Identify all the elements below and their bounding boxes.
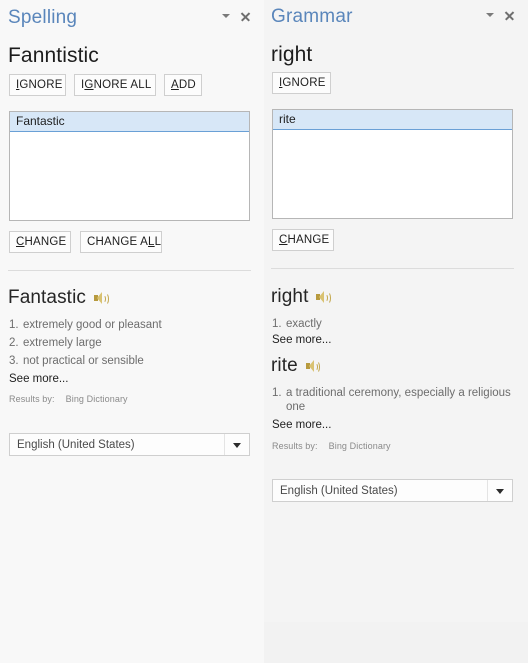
change-button[interactable]: CHANGE: [9, 231, 71, 253]
definition-sense: 1. a traditional ceremony, especially a r…: [272, 386, 519, 414]
spelling-language-combo[interactable]: English (United States): [9, 433, 250, 456]
results-by-label: Results by:: [9, 394, 55, 404]
grammar-change-button[interactable]: CHANGE: [272, 229, 334, 251]
speaker-icon[interactable]: [305, 360, 321, 373]
definition-heading-rite: rite: [271, 355, 321, 377]
grammar-ignore-button[interactable]: IGNORE: [272, 72, 331, 94]
grammar-pane-title: Grammar: [271, 6, 353, 27]
spelling-pane: Spelling Fanntistic IGNORE IGNORE ALL AD…: [0, 0, 264, 663]
chevron-down-icon[interactable]: [222, 12, 231, 21]
close-icon[interactable]: [504, 10, 515, 21]
sense-number: 1.: [272, 387, 282, 399]
spelling-pane-title: Spelling: [8, 7, 78, 28]
sense-text: a traditional ceremony, especially a rel…: [286, 387, 511, 413]
speaker-icon[interactable]: [316, 291, 331, 304]
sense-number: 2.: [9, 337, 19, 349]
add-button[interactable]: ADD: [164, 74, 202, 96]
spelling-divider: [8, 270, 251, 271]
definition-sense: 1. extremely good or pleasant: [9, 318, 162, 332]
definition-word: right: [271, 286, 309, 307]
see-more-link[interactable]: See more...: [272, 334, 331, 346]
definition-word: rite: [271, 355, 298, 376]
definition-sense: 1. exactly: [272, 317, 322, 331]
spell-grammar-panes: Spelling Fanntistic IGNORE IGNORE ALL AD…: [0, 0, 528, 663]
definition-sense: 3. not practical or sensible: [9, 354, 144, 368]
sense-text: not practical or sensible: [23, 355, 144, 367]
grammar-suggestions-listbox[interactable]: rite: [272, 109, 513, 219]
grammar-divider: [271, 268, 514, 269]
definition-heading-fantastic: Fantastic: [8, 287, 109, 309]
definition-word: Fantastic: [8, 287, 86, 308]
spelling-language-value: English (United States): [17, 438, 135, 451]
grammar-language-value: English (United States): [280, 484, 398, 497]
definition-sense: 2. extremely large: [9, 336, 102, 350]
chevron-down-icon[interactable]: [224, 434, 249, 455]
spelling-suggestions-listbox[interactable]: Fantastic: [9, 111, 250, 221]
sense-text: extremely large: [23, 337, 102, 349]
spelling-header-icons: [222, 11, 251, 22]
results-by-label: Results by:: [272, 441, 318, 451]
sense-number: 3.: [9, 355, 19, 367]
ignore-all-button[interactable]: IGNORE ALL: [74, 74, 156, 96]
sense-text: extremely good or pleasant: [23, 319, 162, 331]
results-by: Results by: Bing Dictionary: [272, 441, 391, 451]
list-item[interactable]: rite: [273, 110, 512, 130]
chevron-down-icon[interactable]: [486, 11, 495, 20]
speaker-icon[interactable]: [94, 292, 109, 305]
sense-number: 1.: [272, 318, 282, 330]
spelling-flagged-word: Fanntistic: [8, 44, 99, 67]
chevron-down-icon[interactable]: [487, 480, 512, 501]
close-icon[interactable]: [240, 11, 251, 22]
see-more-link[interactable]: See more...: [9, 373, 68, 385]
grammar-pane: Grammar right IGNORE rite CHANGE right 1…: [264, 0, 528, 663]
see-more-link[interactable]: See more...: [272, 419, 331, 431]
results-by: Results by: Bing Dictionary: [9, 394, 128, 404]
ignore-button[interactable]: IGNORE: [9, 74, 66, 96]
grammar-header-icons: [486, 10, 515, 21]
results-by-source: Bing Dictionary: [328, 441, 391, 451]
grammar-language-combo[interactable]: English (United States): [272, 479, 513, 502]
change-all-button[interactable]: CHANGE ALL: [80, 231, 162, 253]
results-by-source: Bing Dictionary: [65, 394, 128, 404]
list-item[interactable]: Fantastic: [10, 112, 249, 132]
definition-heading-right: right: [271, 286, 331, 308]
grammar-flagged-word: right: [271, 43, 313, 66]
sense-text: exactly: [286, 318, 322, 330]
sense-number: 1.: [9, 319, 19, 331]
